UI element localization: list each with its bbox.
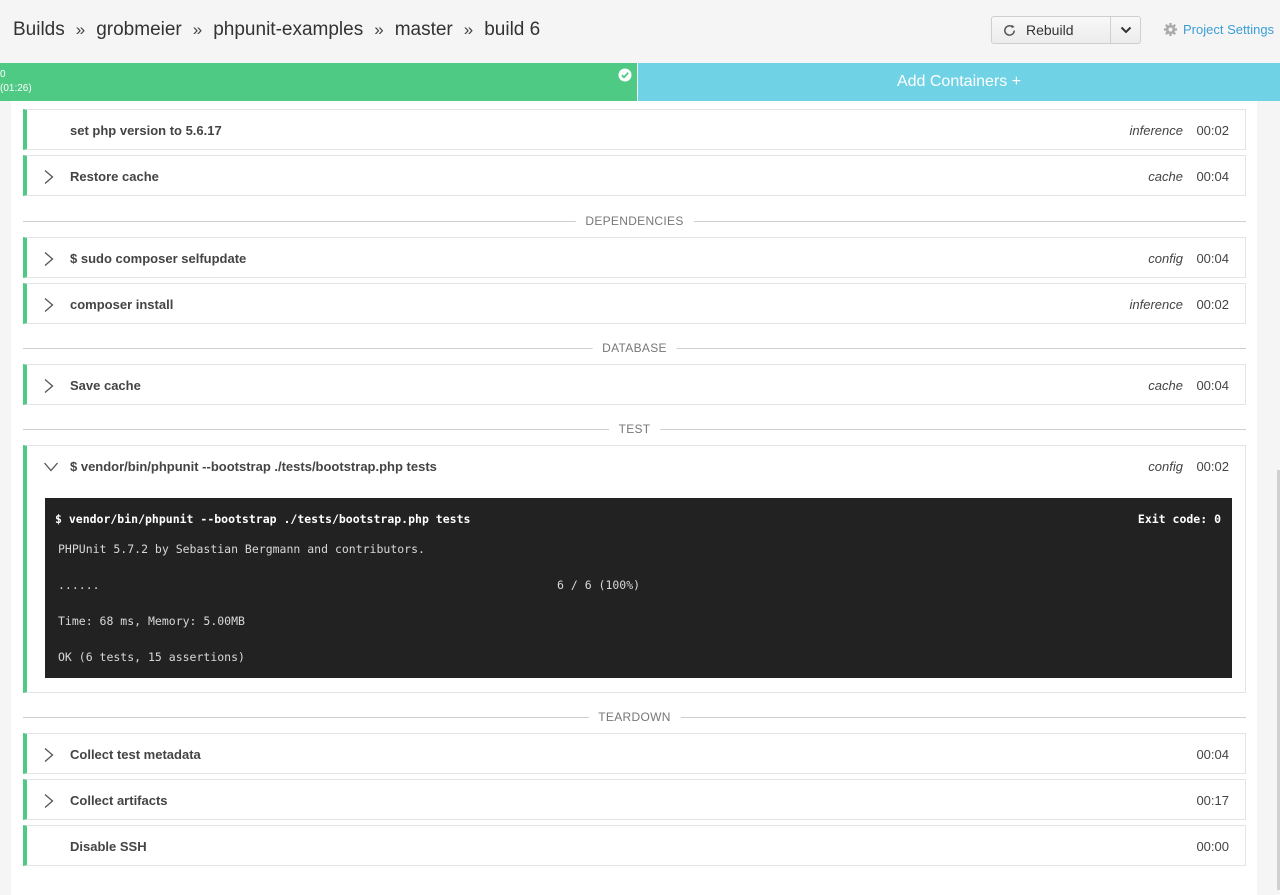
chevron-right-icon (44, 748, 54, 762)
refresh-icon (1004, 24, 1015, 36)
step-duration: 00:04 (1196, 747, 1229, 762)
step-name: composer install (70, 297, 174, 312)
step-row[interactable]: Collect artifacts 00:17 (23, 779, 1246, 820)
add-containers-button[interactable]: Add Containers + (638, 63, 1280, 101)
terminal-line: PHPUnit 5.7.2 by Sebastian Bergmann and … (58, 542, 425, 556)
step-name: $ vendor/bin/phpunit --bootstrap ./tests… (70, 459, 437, 474)
chevron-down-icon (44, 462, 58, 472)
terminal-line: OK (6 tests, 15 assertions) (58, 650, 245, 664)
chevron-right-icon (44, 794, 54, 808)
step-type: inference (1129, 123, 1183, 138)
terminal-line: Time: 68 ms, Memory: 5.00MB (58, 614, 245, 628)
step-row[interactable]: set php version to 5.6.17 inference 00:0… (23, 109, 1246, 150)
step-name: Disable SSH (70, 839, 147, 854)
container-0[interactable]: 0 (01:26) (0, 63, 637, 101)
step-name: Save cache (70, 378, 141, 393)
section-divider: DATABASE (23, 341, 1246, 355)
step-type: config (1148, 459, 1183, 474)
step-type: config (1148, 251, 1183, 266)
terminal-progress: 6 / 6 (100%) (557, 578, 641, 592)
breadcrumb-separator: » (75, 20, 86, 39)
build-steps-panel: set php version to 5.6.17 inference 00:0… (11, 101, 1257, 895)
step-duration: 00:02 (1196, 297, 1229, 312)
chevron-right-icon (44, 379, 54, 393)
step-row-expanded[interactable]: $ vendor/bin/phpunit --bootstrap ./tests… (23, 445, 1246, 693)
breadcrumb-org[interactable]: grobmeier (96, 19, 182, 41)
breadcrumb-separator: » (192, 20, 203, 39)
gear-icon (1163, 22, 1178, 37)
step-name: Restore cache (70, 169, 159, 184)
section-label: TEST (608, 422, 661, 436)
breadcrumb-branch[interactable]: master (395, 19, 453, 41)
step-row[interactable]: Disable SSH 00:00 (23, 825, 1246, 866)
step-duration: 00:04 (1196, 251, 1229, 266)
breadcrumb-builds[interactable]: Builds (13, 19, 65, 41)
breadcrumb-build: build 6 (484, 19, 541, 40)
page-header: Builds » grobmeier » phpunit-examples » master… (0, 0, 1280, 62)
section-divider: TEST (23, 422, 1246, 436)
step-duration: 00:02 (1196, 459, 1229, 474)
terminal-exit-code: Exit code: 0 (1137, 512, 1221, 526)
step-row[interactable]: Save cache cache 00:04 (23, 364, 1246, 405)
section-label: TEARDOWN (588, 710, 681, 724)
step-duration: 00:04 (1196, 378, 1229, 393)
step-type: cache (1148, 169, 1183, 184)
step-row[interactable]: $ sudo composer selfupdate config 00:04 (23, 237, 1246, 278)
rebuild-group: Rebuild (991, 16, 1141, 44)
chevron-right-icon (44, 252, 54, 266)
rebuild-dropdown-button[interactable] (1111, 16, 1141, 44)
step-type: inference (1129, 297, 1183, 312)
chevron-right-icon (44, 170, 54, 184)
breadcrumb-separator: » (374, 20, 384, 39)
step-duration: 00:17 (1196, 793, 1229, 808)
check-circle-icon (618, 68, 632, 82)
chevron-down-icon (1120, 26, 1131, 34)
step-name: set php version to 5.6.17 (70, 123, 222, 138)
terminal-line: ...... (58, 578, 100, 592)
step-row[interactable]: composer install inference 00:02 (23, 283, 1246, 324)
container-name: 0 (0, 69, 6, 80)
project-settings-label: Project Settings (1183, 22, 1275, 37)
project-settings-link[interactable]: Project Settings (1163, 22, 1274, 37)
step-duration: 00:00 (1196, 839, 1229, 854)
breadcrumb: Builds » grobmeier » phpunit-examples » master… (13, 19, 540, 41)
step-type: cache (1148, 378, 1183, 393)
breadcrumb-project[interactable]: phpunit-examples (213, 19, 363, 41)
step-duration: 00:02 (1196, 123, 1229, 138)
terminal-output: $ vendor/bin/phpunit --bootstrap ./tests… (45, 498, 1232, 678)
section-divider: TEARDOWN (23, 710, 1246, 724)
section-label: DATABASE (592, 341, 677, 355)
step-row[interactable]: Collect test metadata 00:04 (23, 733, 1246, 774)
section-label: DEPENDENCIES (575, 214, 694, 228)
step-name: Collect artifacts (70, 793, 168, 808)
rebuild-button[interactable]: Rebuild (991, 16, 1111, 44)
container-bar: 0 (01:26) Add Containers + (0, 63, 1280, 101)
terminal-command: $ vendor/bin/phpunit --bootstrap ./tests… (55, 512, 471, 526)
step-duration: 00:04 (1196, 169, 1229, 184)
step-name: Collect test metadata (70, 747, 201, 762)
step-row[interactable]: Restore cache cache 00:04 (23, 155, 1246, 196)
chevron-right-icon (44, 298, 54, 312)
section-divider: DEPENDENCIES (23, 214, 1246, 228)
container-time: (01:26) (0, 83, 32, 94)
step-name: $ sudo composer selfupdate (70, 251, 247, 266)
breadcrumb-separator: » (463, 20, 474, 39)
rebuild-label: Rebuild (1026, 22, 1074, 38)
